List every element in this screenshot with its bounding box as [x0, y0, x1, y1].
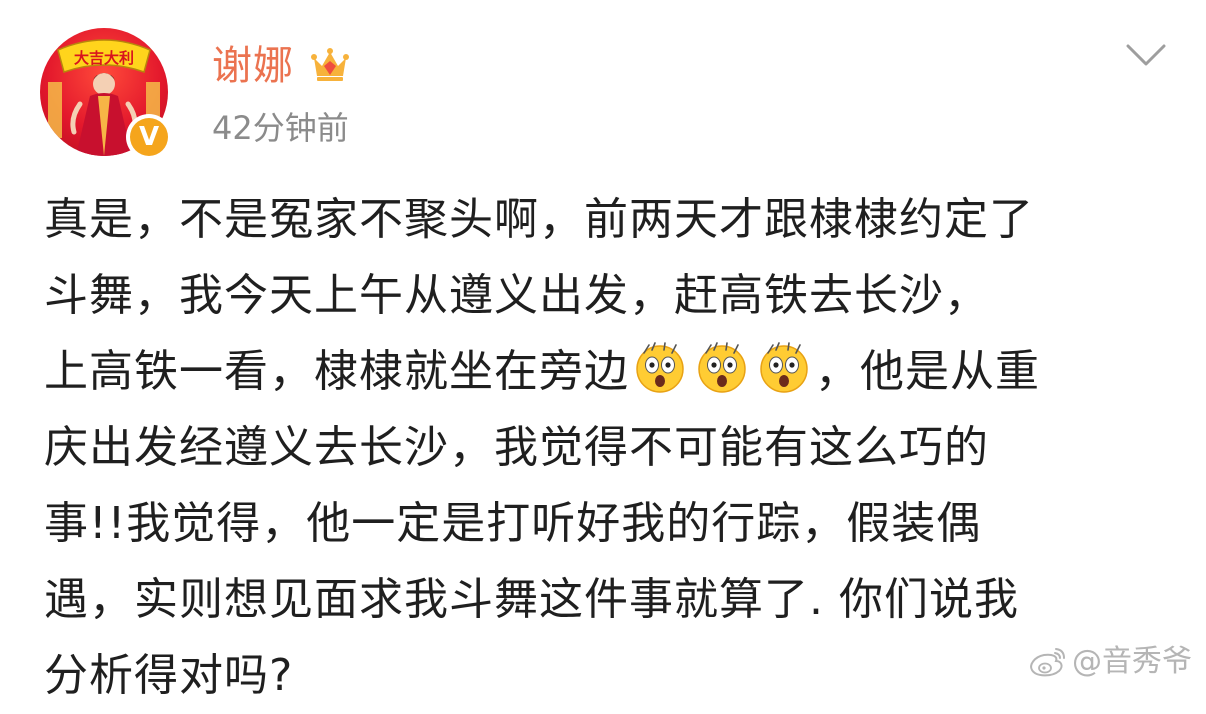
astonished-emoji-icon [760, 342, 808, 393]
post-line-segment: 上高铁一看，棣棣就坐在旁边 [44, 346, 629, 397]
astonished-emoji-icon [636, 342, 684, 393]
astonished-emoji-icon [698, 342, 746, 393]
post-line: 遇，实则想见面求我斗舞这件事就算了. 你们说我 [44, 574, 1019, 625]
post-line: 真是，不是冤家不聚头啊，前两天才跟棣棣约定了 [44, 194, 1034, 245]
post-line-segment: ，他是从重 [815, 346, 1040, 397]
post-timestamp: 42分钟前 [212, 109, 349, 147]
post-text: 真是，不是冤家不聚头啊，前两天才跟棣棣约定了 斗舞，我今天上午从遵义出发，赶高铁… [44, 182, 1164, 714]
post-line: 事!!我觉得，他一定是打听好我的行踪，假装偶 [44, 498, 982, 549]
watermark-text: @音秀爷 [1072, 644, 1192, 679]
crown-icon [311, 48, 349, 81]
verified-v-icon: V [130, 118, 168, 156]
post-line-with-emoji: 上高铁一看，棣棣就坐在旁边 ，他是从重 [44, 334, 1164, 410]
post-line: 斗舞，我今天上午从遵义出发，赶高铁去长沙， [44, 270, 989, 321]
verified-badge: V [126, 114, 172, 160]
chevron-down-icon[interactable] [1124, 40, 1168, 70]
avatar-banner-text: 大吉大利 [74, 49, 134, 67]
author-name[interactable]: 谢娜 [212, 40, 294, 92]
post-line: 分析得对吗? [44, 650, 294, 701]
weibo-logo-icon [1030, 648, 1065, 677]
post-line: 庆出发经遵义去长沙，我觉得不可能有这么巧的 [44, 422, 989, 473]
watermark: @音秀爷 [1028, 644, 1192, 680]
